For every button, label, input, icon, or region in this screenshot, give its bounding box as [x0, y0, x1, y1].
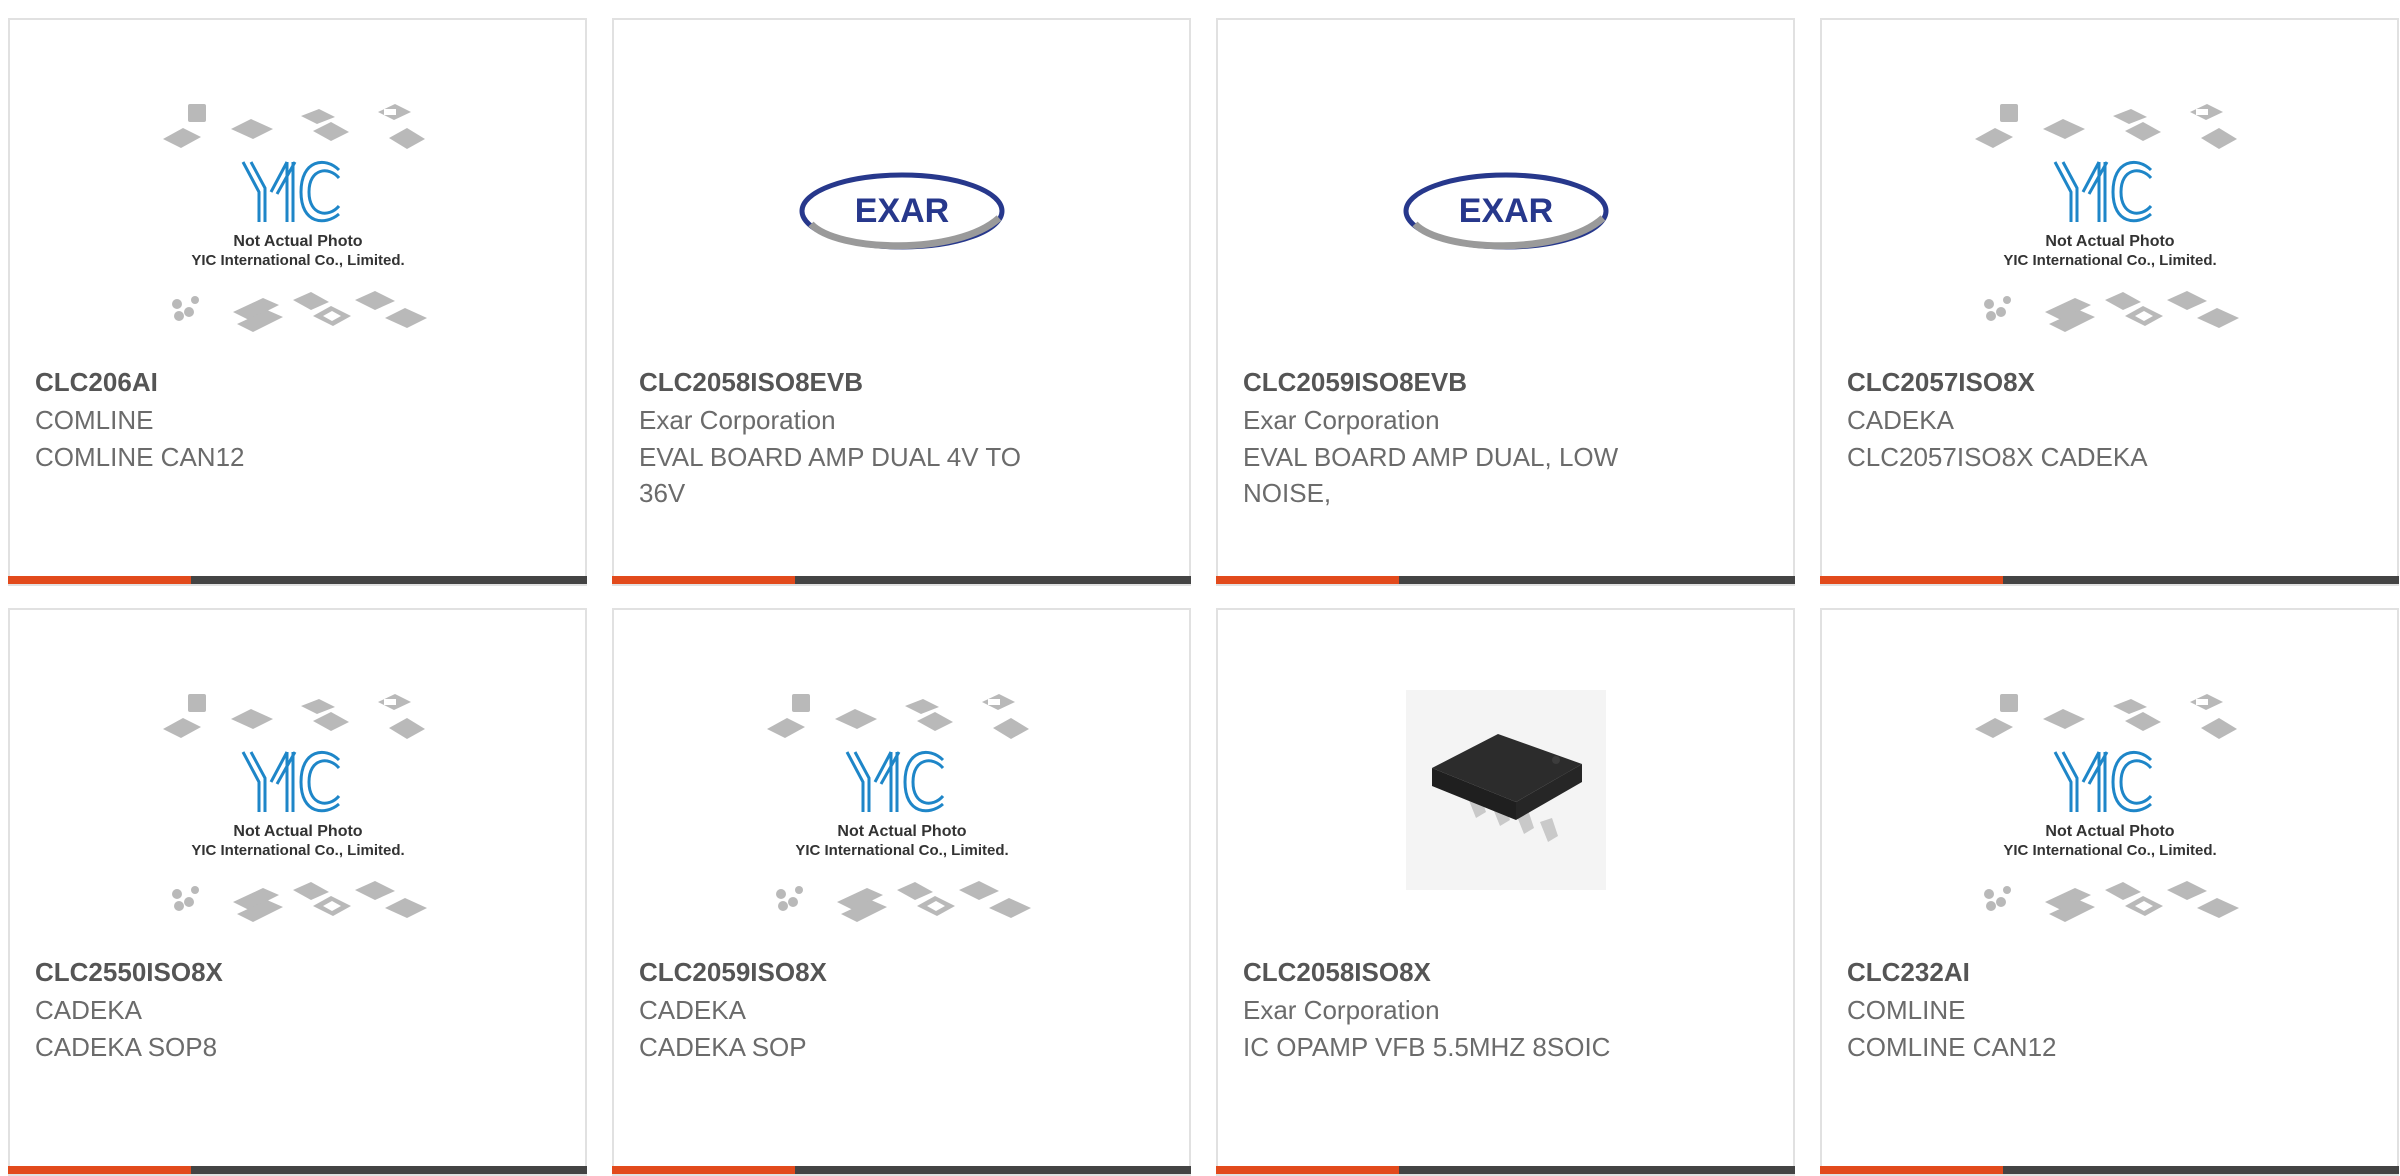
product-image[interactable]: Not Actual Photo YIC International Co., L… — [1822, 690, 2397, 960]
placeholder-caption-line2: YIC International Co., Limited. — [191, 252, 404, 269]
manufacturer-label: COMLINE — [1847, 995, 1966, 1025]
manufacturer-label: Exar Corporation — [1243, 405, 1440, 435]
product-card[interactable]: Not Actual Photo YIC International Co., L… — [8, 608, 587, 1176]
yic-placeholder-image: Not Actual Photo YIC International Co., L… — [1974, 692, 2240, 924]
product-image[interactable]: Not Actual Photo YIC International Co., L… — [614, 690, 1189, 960]
card-accent-bar — [1820, 1166, 2003, 1174]
product-grid: Not Actual Photo YIC International Co., L… — [8, 18, 2400, 1176]
yic-placeholder-image: Not Actual Photo YIC International Co., L… — [766, 692, 1032, 924]
exar-logo-text: EXAR — [1458, 192, 1552, 230]
product-image[interactable]: Not Actual Photo YIC International Co., L… — [10, 690, 585, 960]
product-image[interactable] — [1218, 690, 1793, 960]
card-bottom-bar — [612, 576, 1191, 584]
product-card[interactable]: Not Actual Photo YIC International Co., L… — [612, 608, 1191, 1176]
card-bottom-bar — [612, 1166, 1191, 1174]
card-accent-bar — [612, 1166, 795, 1174]
product-card[interactable]: Not Actual Photo YIC International Co., L… — [1820, 18, 2399, 586]
card-bottom-bar — [1820, 1166, 2399, 1174]
product-info: CLC2058ISO8X Exar Corporation IC OPAMP V… — [1243, 953, 1673, 1065]
product-info: CLC2059ISO8X CADEKA CADEKA SOP — [639, 953, 1069, 1065]
part-number-link[interactable]: CLC2550ISO8X — [35, 953, 465, 991]
exar-logo-image: EXAR — [1401, 166, 1611, 256]
part-number-link[interactable]: CLC2058ISO8X — [1243, 953, 1673, 991]
product-card[interactable]: Not Actual Photo YIC International Co., L… — [1820, 608, 2399, 1176]
part-number-link[interactable]: CLC206AI — [35, 363, 465, 401]
part-number-link[interactable]: CLC232AI — [1847, 953, 2277, 991]
exar-logo-image: EXAR — [797, 166, 1007, 256]
card-accent-bar — [612, 576, 795, 584]
product-info: CLC2058ISO8EVB Exar Corporation EVAL BOA… — [639, 363, 1069, 511]
product-info: CLC2059ISO8EVB Exar Corporation EVAL BOA… — [1243, 363, 1673, 511]
manufacturer-label: CADEKA — [1847, 405, 1954, 435]
soic-chip-photo — [1405, 690, 1606, 890]
placeholder-caption-line1: Not Actual Photo — [837, 823, 966, 840]
product-image[interactable]: EXAR — [1218, 100, 1793, 370]
card-accent-bar — [1216, 1166, 1399, 1174]
manufacturer-label: CADEKA — [35, 995, 142, 1025]
part-number-link[interactable]: CLC2057ISO8X — [1847, 363, 2277, 401]
product-card[interactable]: CLC2058ISO8X Exar Corporation IC OPAMP V… — [1216, 608, 1795, 1176]
product-card[interactable]: Not Actual Photo YIC International Co., L… — [8, 18, 587, 586]
product-card[interactable]: EXAR CLC2059ISO8EVB Exar Corporation EVA… — [1216, 18, 1795, 586]
placeholder-caption-line1: Not Actual Photo — [2045, 233, 2174, 250]
product-info: CLC206AI COMLINE COMLINE CAN12 — [35, 363, 465, 475]
card-bottom-bar — [1216, 576, 1795, 584]
product-image[interactable]: EXAR — [614, 100, 1189, 370]
product-image[interactable]: Not Actual Photo YIC International Co., L… — [10, 100, 585, 370]
placeholder-caption-line2: YIC International Co., Limited. — [2003, 842, 2216, 859]
placeholder-caption-line2: YIC International Co., Limited. — [2003, 252, 2216, 269]
description-text: COMLINE CAN12 — [1847, 1032, 2057, 1062]
card-accent-bar — [1820, 576, 2003, 584]
manufacturer-label: CADEKA — [639, 995, 746, 1025]
product-info: CLC2057ISO8X CADEKA CLC2057ISO8X CADEKA — [1847, 363, 2277, 475]
placeholder-caption-line1: Not Actual Photo — [233, 233, 362, 250]
card-bottom-bar — [1820, 576, 2399, 584]
description-text: EVAL BOARD AMP DUAL 4V TO 36V — [639, 442, 1021, 508]
description-text: CADEKA SOP8 — [35, 1032, 218, 1062]
card-bottom-bar — [1216, 1166, 1795, 1174]
placeholder-caption-line1: Not Actual Photo — [2045, 823, 2174, 840]
card-accent-bar — [8, 1166, 191, 1174]
card-bottom-bar — [8, 576, 587, 584]
product-card[interactable]: EXAR CLC2058ISO8EVB Exar Corporation EVA… — [612, 18, 1191, 586]
product-image[interactable]: Not Actual Photo YIC International Co., L… — [1822, 100, 2397, 370]
placeholder-caption-line1: Not Actual Photo — [233, 823, 362, 840]
manufacturer-label: Exar Corporation — [639, 405, 836, 435]
description-text: COMLINE CAN12 — [35, 442, 245, 472]
product-info: CLC2550ISO8X CADEKA CADEKA SOP8 — [35, 953, 465, 1065]
yic-placeholder-image: Not Actual Photo YIC International Co., L… — [162, 692, 428, 924]
description-text: CADEKA SOP — [639, 1032, 807, 1062]
manufacturer-label: Exar Corporation — [1243, 995, 1440, 1025]
yic-placeholder-image: Not Actual Photo YIC International Co., L… — [1974, 102, 2240, 334]
description-text: EVAL BOARD AMP DUAL, LOW NOISE, — [1243, 442, 1619, 508]
product-info: CLC232AI COMLINE COMLINE CAN12 — [1847, 953, 2277, 1065]
card-accent-bar — [1216, 576, 1399, 584]
manufacturer-label: COMLINE — [35, 405, 154, 435]
card-accent-bar — [8, 576, 191, 584]
card-bottom-bar — [8, 1166, 587, 1174]
description-text: IC OPAMP VFB 5.5MHZ 8SOIC — [1243, 1032, 1611, 1062]
description-text: CLC2057ISO8X CADEKA — [1847, 442, 2148, 472]
part-number-link[interactable]: CLC2059ISO8EVB — [1243, 363, 1673, 401]
exar-logo-text: EXAR — [854, 192, 948, 230]
part-number-link[interactable]: CLC2058ISO8EVB — [639, 363, 1069, 401]
placeholder-caption-line2: YIC International Co., Limited. — [795, 842, 1008, 859]
part-number-link[interactable]: CLC2059ISO8X — [639, 953, 1069, 991]
yic-placeholder-image: Not Actual Photo YIC International Co., L… — [162, 102, 428, 334]
placeholder-caption-line2: YIC International Co., Limited. — [191, 842, 404, 859]
